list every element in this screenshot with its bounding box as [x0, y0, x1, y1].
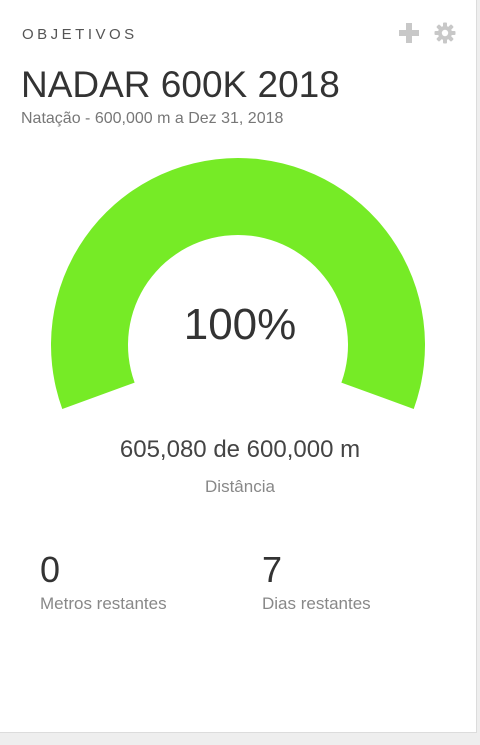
progress-metric-label: Distância: [205, 477, 275, 496]
stat-days-remaining-label: Dias restantes: [262, 594, 371, 613]
gauge-percent-text: 100%: [183, 300, 297, 349]
gauge-fill: [51, 158, 426, 409]
stat-meters-remaining-label: Metros restantes: [40, 594, 167, 613]
stat-days-remaining-value: 7: [262, 549, 283, 590]
progress-gauge: [51, 158, 426, 409]
goals-card: OBJETIVOS NADAR 600K 2018 Natação - 600,…: [0, 0, 477, 733]
stat-meters-remaining-value: 0: [40, 549, 61, 590]
progress-distance-text: 605,080 de 600,000 m: [119, 436, 361, 463]
